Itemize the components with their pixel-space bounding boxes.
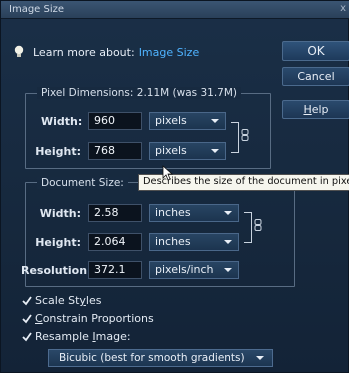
resample-method-value: Bicubic (best for smooth gradients)	[59, 352, 245, 364]
doc-height-unit-value: inches	[155, 235, 191, 248]
doc-width-unit-select[interactable]: inches	[149, 204, 239, 222]
image-size-dialog: Image Size x Learn more about: Image Siz…	[0, 0, 349, 373]
chevron-down-icon	[211, 119, 219, 123]
resample-method-select[interactable]: Bicubic (best for smooth gradients)	[48, 349, 273, 367]
pixel-width-label: Width:	[41, 115, 83, 128]
checkmark-icon	[22, 295, 32, 305]
image-size-help-link[interactable]: Image Size	[139, 46, 200, 59]
constrain-proportions-label: Constrain Proportions	[35, 312, 154, 325]
learn-more-row: Learn more about: Image Size	[13, 45, 199, 59]
doc-width-unit-value: inches	[155, 206, 191, 219]
checkmark-icon	[22, 313, 32, 323]
pixel-height-input[interactable]: 768	[88, 142, 142, 160]
pixel-width-unit-value: pixels	[155, 114, 187, 127]
doc-constrain-bracket	[244, 212, 252, 243]
resolution-label: Resolution:	[21, 264, 92, 277]
doc-width-input[interactable]: 2.58	[88, 204, 142, 222]
mouse-pointer-icon	[162, 165, 173, 181]
chevron-down-icon	[211, 149, 219, 153]
help-button[interactable]: Help	[282, 100, 349, 119]
pixel-width-unit-select[interactable]: pixels	[149, 112, 226, 130]
doc-height-input[interactable]: 2.064	[88, 233, 142, 251]
pixel-height-unit-value: pixels	[155, 144, 187, 157]
ok-button[interactable]: OK	[282, 41, 349, 61]
chain-link-icon	[241, 129, 249, 141]
scale-styles-label: Scale Styles	[35, 294, 102, 307]
pixel-dimensions-legend: Pixel Dimensions: 2.11M (was 31.7M)	[37, 87, 242, 99]
resolution-unit-select[interactable]: pixels/inch	[149, 261, 239, 279]
resolution-input[interactable]: 372.1	[88, 261, 142, 279]
chevron-down-icon	[224, 268, 232, 272]
doc-height-label: Height:	[35, 236, 81, 249]
chevron-down-icon	[224, 211, 232, 215]
checkmark-icon	[22, 331, 32, 341]
resample-image-label: Resample Image:	[35, 330, 131, 343]
resolution-unit-value: pixels/inch	[155, 263, 214, 276]
window-title: Image Size	[9, 4, 65, 15]
title-bar[interactable]: Image Size x	[1, 1, 349, 19]
pixel-width-input[interactable]: 960	[88, 112, 142, 130]
scale-styles-checkbox[interactable]: Scale Styles	[22, 294, 101, 307]
pixel-height-unit-select[interactable]: pixels	[149, 142, 226, 160]
constrain-bracket	[231, 122, 239, 153]
document-size-legend: Document Size:	[37, 177, 128, 189]
help-label: elp	[311, 103, 329, 116]
constrain-proportions-checkbox[interactable]: Constrain Proportions	[22, 312, 154, 325]
lightbulb-icon	[14, 45, 24, 57]
cancel-button[interactable]: Cancel	[282, 67, 349, 86]
pixel-height-label: Height:	[35, 145, 81, 158]
help-mnemonic: H	[303, 103, 312, 116]
close-icon[interactable]: x	[340, 3, 346, 14]
learn-more-text: Learn more about:	[33, 45, 135, 59]
chain-link-icon	[254, 219, 262, 231]
chevron-down-icon	[224, 240, 232, 244]
doc-width-label: Width:	[39, 207, 81, 220]
resample-image-checkbox[interactable]: Resample Image:	[22, 330, 131, 343]
doc-height-unit-select[interactable]: inches	[149, 233, 239, 251]
chevron-down-icon	[256, 356, 264, 360]
